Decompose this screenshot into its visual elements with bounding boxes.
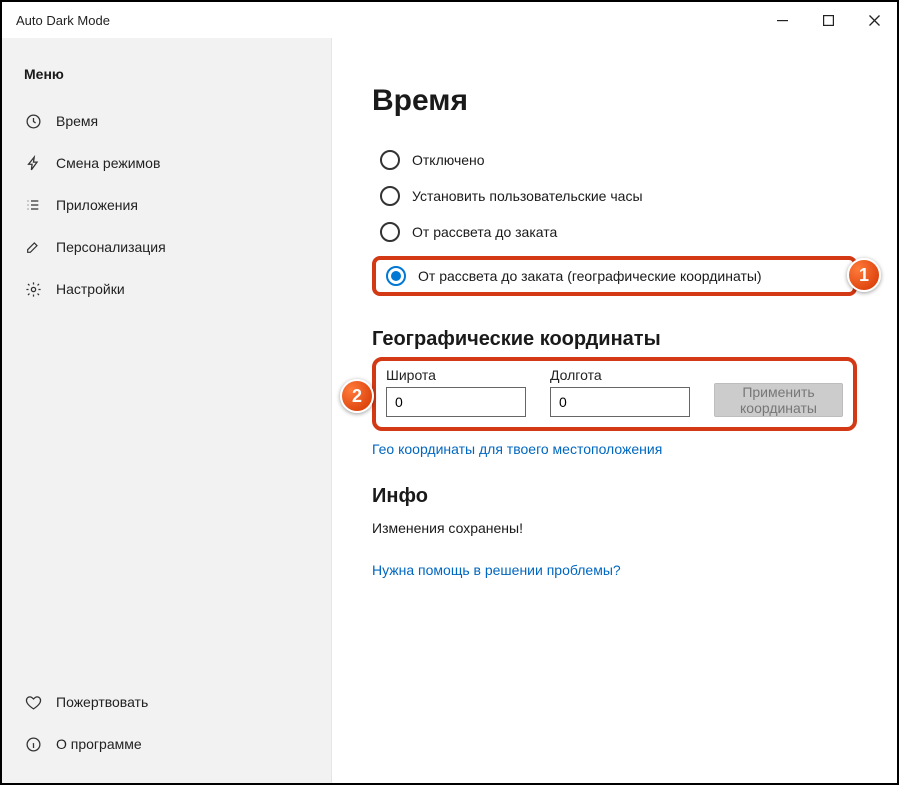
sidebar-item-time[interactable]: Время	[2, 100, 331, 142]
longitude-label: Долгота	[550, 367, 690, 383]
latitude-label: Широта	[386, 367, 526, 383]
longitude-input[interactable]	[550, 387, 690, 417]
info-icon	[24, 735, 42, 753]
geo-link[interactable]: Гео координаты для твоего местоположения	[372, 441, 662, 457]
sidebar-heading: Меню	[2, 56, 331, 100]
sidebar-item-label: Время	[56, 113, 98, 129]
sidebar-item-label: Настройки	[56, 281, 125, 297]
maximize-button[interactable]	[805, 2, 851, 38]
window-title: Auto Dark Mode	[16, 13, 110, 28]
help-link[interactable]: Нужна помощь в решении проблемы?	[372, 562, 621, 578]
titlebar: Auto Dark Mode	[2, 2, 897, 38]
coords-heading: Географические координаты	[372, 328, 857, 351]
page-title: Время	[372, 84, 857, 118]
radio-label: От рассвета до заката (географические ко…	[418, 268, 762, 284]
apply-coords-button[interactable]: Применить координаты	[714, 383, 843, 417]
lightning-icon	[24, 154, 42, 172]
sidebar-item-personalization[interactable]: Персонализация	[2, 226, 331, 268]
annotation-callout-2: 2	[340, 379, 374, 413]
main-content: Время Отключено Установить пользовательс…	[332, 38, 897, 783]
sidebar: Меню Время Смена режимов	[2, 38, 332, 783]
sidebar-item-label: О программе	[56, 736, 142, 752]
heart-icon	[24, 693, 42, 711]
radio-label: От рассвета до заката	[412, 224, 557, 240]
radio-icon	[380, 222, 400, 242]
radio-sunrise-sunset-coords[interactable]: От рассвета до заката (географические ко…	[372, 256, 857, 296]
gear-icon	[24, 280, 42, 298]
window-controls	[759, 2, 897, 38]
info-text: Изменения сохранены!	[372, 520, 857, 536]
sidebar-item-donate[interactable]: Пожертвовать	[2, 681, 331, 723]
radio-icon	[386, 266, 406, 286]
list-icon	[24, 196, 42, 214]
close-button[interactable]	[851, 2, 897, 38]
annotation-callout-1: 1	[847, 258, 881, 292]
radio-disabled[interactable]: Отключено	[372, 144, 857, 176]
info-heading: Инфо	[372, 485, 857, 508]
clock-icon	[24, 112, 42, 130]
radio-label: Установить пользовательские часы	[412, 188, 643, 204]
sidebar-item-switch-modes[interactable]: Смена режимов	[2, 142, 331, 184]
coords-block: 2 Широта Долгота Применить координаты	[372, 357, 857, 431]
radio-custom-hours[interactable]: Установить пользовательские часы	[372, 180, 857, 212]
sidebar-item-about[interactable]: О программе	[2, 723, 331, 765]
latitude-input[interactable]	[386, 387, 526, 417]
sidebar-item-label: Смена режимов	[56, 155, 160, 171]
radio-icon	[380, 186, 400, 206]
minimize-button[interactable]	[759, 2, 805, 38]
sidebar-item-apps[interactable]: Приложения	[2, 184, 331, 226]
sidebar-item-label: Пожертвовать	[56, 694, 148, 710]
sidebar-item-settings[interactable]: Настройки	[2, 268, 331, 310]
radio-label: Отключено	[412, 152, 485, 168]
app-window: Auto Dark Mode Меню Время	[0, 0, 899, 785]
radio-icon	[380, 150, 400, 170]
sidebar-item-label: Персонализация	[56, 239, 166, 255]
edit-icon	[24, 238, 42, 256]
radio-sunrise-sunset[interactable]: От рассвета до заката	[372, 216, 857, 248]
sidebar-item-label: Приложения	[56, 197, 138, 213]
time-mode-radio-group: Отключено Установить пользовательские ча…	[372, 144, 857, 300]
